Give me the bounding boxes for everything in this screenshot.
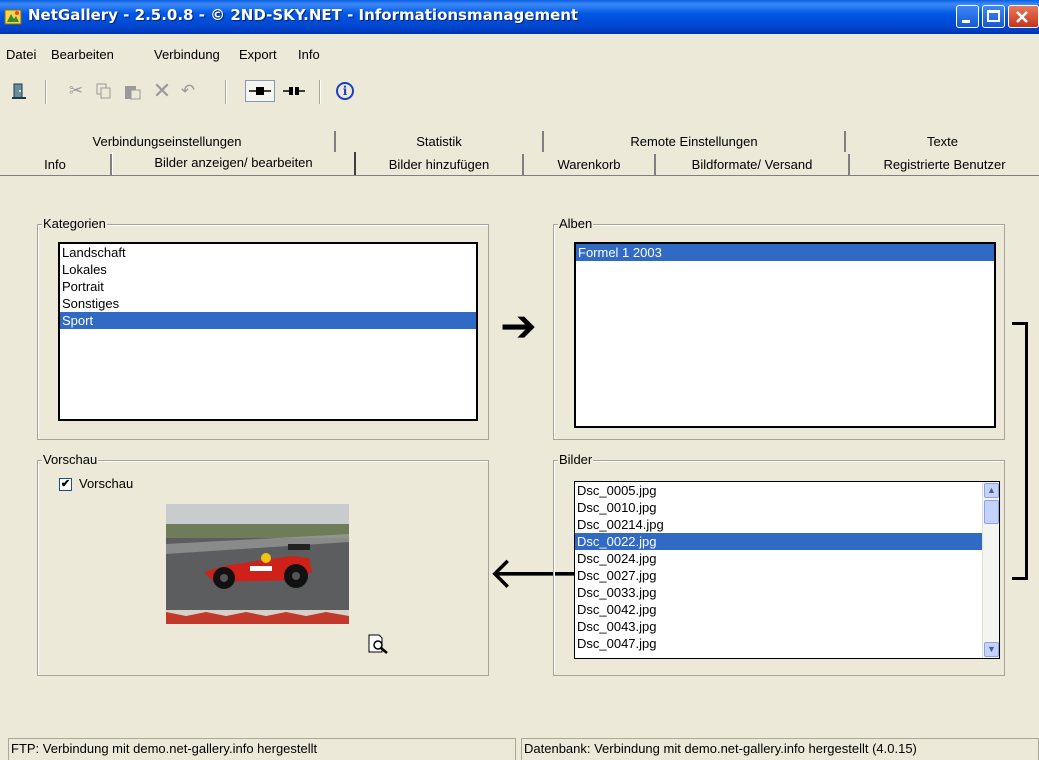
undo-button[interactable]: ↶ xyxy=(177,80,199,102)
vorschau-checkbox-label[interactable]: Vorschau xyxy=(79,476,133,491)
app-icon xyxy=(4,9,22,25)
list-item[interactable]: Dsc_0027.jpg xyxy=(575,567,982,584)
vorschau-checkbox[interactable]: ✔ xyxy=(59,478,72,491)
alben-list[interactable]: Formel 1 2003 xyxy=(574,242,996,428)
close-icon xyxy=(1016,11,1028,23)
status-ftp: FTP: Verbindung mit demo.net-gallery.inf… xyxy=(8,738,516,760)
connect-icon xyxy=(249,87,271,95)
scroll-up-button[interactable]: ▲ xyxy=(984,483,999,498)
close-button[interactable] xyxy=(1008,5,1039,28)
connect-button[interactable] xyxy=(245,80,275,102)
vorschau-label: Vorschau xyxy=(42,452,99,467)
bilder-list-items: Dsc_0005.jpg Dsc_0010.jpg Dsc_00214.jpg … xyxy=(575,482,982,652)
scroll-thumb[interactable] xyxy=(984,500,999,524)
list-item[interactable]: Dsc_0033.jpg xyxy=(575,584,982,601)
tab-bildformate-versand[interactable]: Bildformate/ Versand xyxy=(656,154,850,175)
list-item[interactable]: Lokales xyxy=(60,261,476,278)
tab-texte[interactable]: Texte xyxy=(846,131,1039,152)
toolbar: ✂ ✕ ↶ i xyxy=(0,72,1039,108)
list-item-selected[interactable]: Sport xyxy=(60,312,476,329)
list-item-selected[interactable]: Formel 1 2003 xyxy=(576,244,994,261)
maximize-button[interactable] xyxy=(982,5,1005,28)
paste-button[interactable] xyxy=(121,80,143,102)
list-item[interactable]: Dsc_0010.jpg xyxy=(575,499,982,516)
list-item-selected[interactable]: Dsc_0022.jpg xyxy=(575,533,982,550)
bilder-list[interactable]: Dsc_0005.jpg Dsc_0010.jpg Dsc_00214.jpg … xyxy=(574,481,1000,659)
tab-verbindungseinstellungen[interactable]: Verbindungseinstellungen xyxy=(0,131,336,152)
kategorien-group: Kategorien Landschaft Lokales Portrait S… xyxy=(37,216,489,440)
tab-remote-einstellungen[interactable]: Remote Einstellungen xyxy=(544,131,846,152)
minimize-icon xyxy=(962,20,970,23)
list-item[interactable]: Dsc_0005.jpg xyxy=(575,482,982,499)
kategorien-list[interactable]: Landschaft Lokales Portrait Sonstiges Sp… xyxy=(58,242,478,421)
menu-bar: Datei Bearbeiten Verbindung Export Info xyxy=(0,44,1039,66)
chevron-down-icon: ▼ xyxy=(987,644,996,654)
cut-button[interactable]: ✂ xyxy=(65,80,87,102)
preview-image xyxy=(166,504,349,624)
undo-icon: ↶ xyxy=(180,81,196,100)
tab-statistik[interactable]: Statistik xyxy=(336,131,544,152)
copy-button[interactable] xyxy=(93,80,115,102)
toolbar-separator xyxy=(225,80,227,104)
title-bar[interactable]: NetGallery - 2.5.0.8 - © 2ND-SKY.NET - I… xyxy=(0,0,1039,34)
disconnect-button[interactable] xyxy=(281,80,307,102)
menu-datei[interactable]: Datei xyxy=(6,47,36,62)
exit-button[interactable] xyxy=(8,80,30,102)
list-item[interactable]: Dsc_0024.jpg xyxy=(575,550,982,567)
info-button[interactable]: i xyxy=(334,80,356,102)
delete-icon: ✕ xyxy=(152,78,172,103)
status-bar: FTP: Verbindung mit demo.net-gallery.inf… xyxy=(0,736,1039,760)
tab-panel-border xyxy=(0,175,1039,176)
minimize-button[interactable] xyxy=(956,5,979,28)
arrow-right-icon: ➔ xyxy=(500,301,537,352)
bilder-scrollbar[interactable]: ▲ ▼ xyxy=(982,482,999,658)
list-item[interactable]: Portrait xyxy=(60,278,476,295)
menu-info[interactable]: Info xyxy=(298,47,320,62)
tab-row-front: Info Bilder anzeigen/ bearbeiten Bilder … xyxy=(0,152,1039,176)
menu-verbindung[interactable]: Verbindung xyxy=(154,47,220,62)
list-item[interactable]: Landschaft xyxy=(60,244,476,261)
paste-icon xyxy=(124,85,140,99)
preview-photo xyxy=(166,504,349,624)
delete-button[interactable]: ✕ xyxy=(151,78,173,103)
list-item[interactable]: Dsc_0043.jpg xyxy=(575,618,982,635)
bilder-label: Bilder xyxy=(558,452,594,467)
bracket-connector xyxy=(1012,322,1028,580)
tab-info[interactable]: Info xyxy=(0,154,112,175)
list-item[interactable]: Sonstiges xyxy=(60,295,476,312)
menu-export[interactable]: Export xyxy=(239,47,277,62)
status-db: Datenbank: Verbindung mit demo.net-galle… xyxy=(521,738,1039,760)
chevron-up-icon: ▲ xyxy=(987,485,996,495)
maximize-icon xyxy=(987,10,1000,22)
window-title: NetGallery - 2.5.0.8 - © 2ND-SKY.NET - I… xyxy=(28,6,579,24)
alben-group: Alben Formel 1 2003 xyxy=(553,216,1005,440)
kategorien-label: Kategorien xyxy=(42,216,107,231)
tab-bilder-hinzufuegen[interactable]: Bilder hinzufügen xyxy=(356,154,524,175)
app-window: NetGallery - 2.5.0.8 - © 2ND-SKY.NET - I… xyxy=(0,0,1039,760)
copy-icon xyxy=(96,83,111,99)
toolbar-separator xyxy=(45,80,47,104)
magnifier-icon xyxy=(368,634,388,654)
toolbar-separator xyxy=(319,80,321,104)
list-item[interactable]: Dsc_00214.jpg xyxy=(575,516,982,533)
tab-registrierte-benutzer[interactable]: Registrierte Benutzer xyxy=(850,154,1039,175)
list-item[interactable]: Dsc_0047.jpg xyxy=(575,635,982,652)
list-item[interactable]: Dsc_0042.jpg xyxy=(575,601,982,618)
tab-warenkorb[interactable]: Warenkorb xyxy=(524,154,656,175)
tab-row-back: Verbindungseinstellungen Statistik Remot… xyxy=(0,131,1039,152)
cut-icon: ✂ xyxy=(68,81,84,100)
info-icon: i xyxy=(336,82,354,100)
menu-bearbeiten[interactable]: Bearbeiten xyxy=(51,47,114,62)
alben-label: Alben xyxy=(558,216,594,231)
scroll-down-button[interactable]: ▼ xyxy=(984,642,999,657)
disconnect-icon xyxy=(283,87,305,95)
tab-bilder-anzeigen[interactable]: Bilder anzeigen/ bearbeiten xyxy=(112,152,356,176)
bilder-group: Bilder Dsc_0005.jpg Dsc_0010.jpg Dsc_002… xyxy=(553,452,1005,676)
exit-icon xyxy=(12,83,26,99)
zoom-preview-button[interactable] xyxy=(368,634,390,654)
